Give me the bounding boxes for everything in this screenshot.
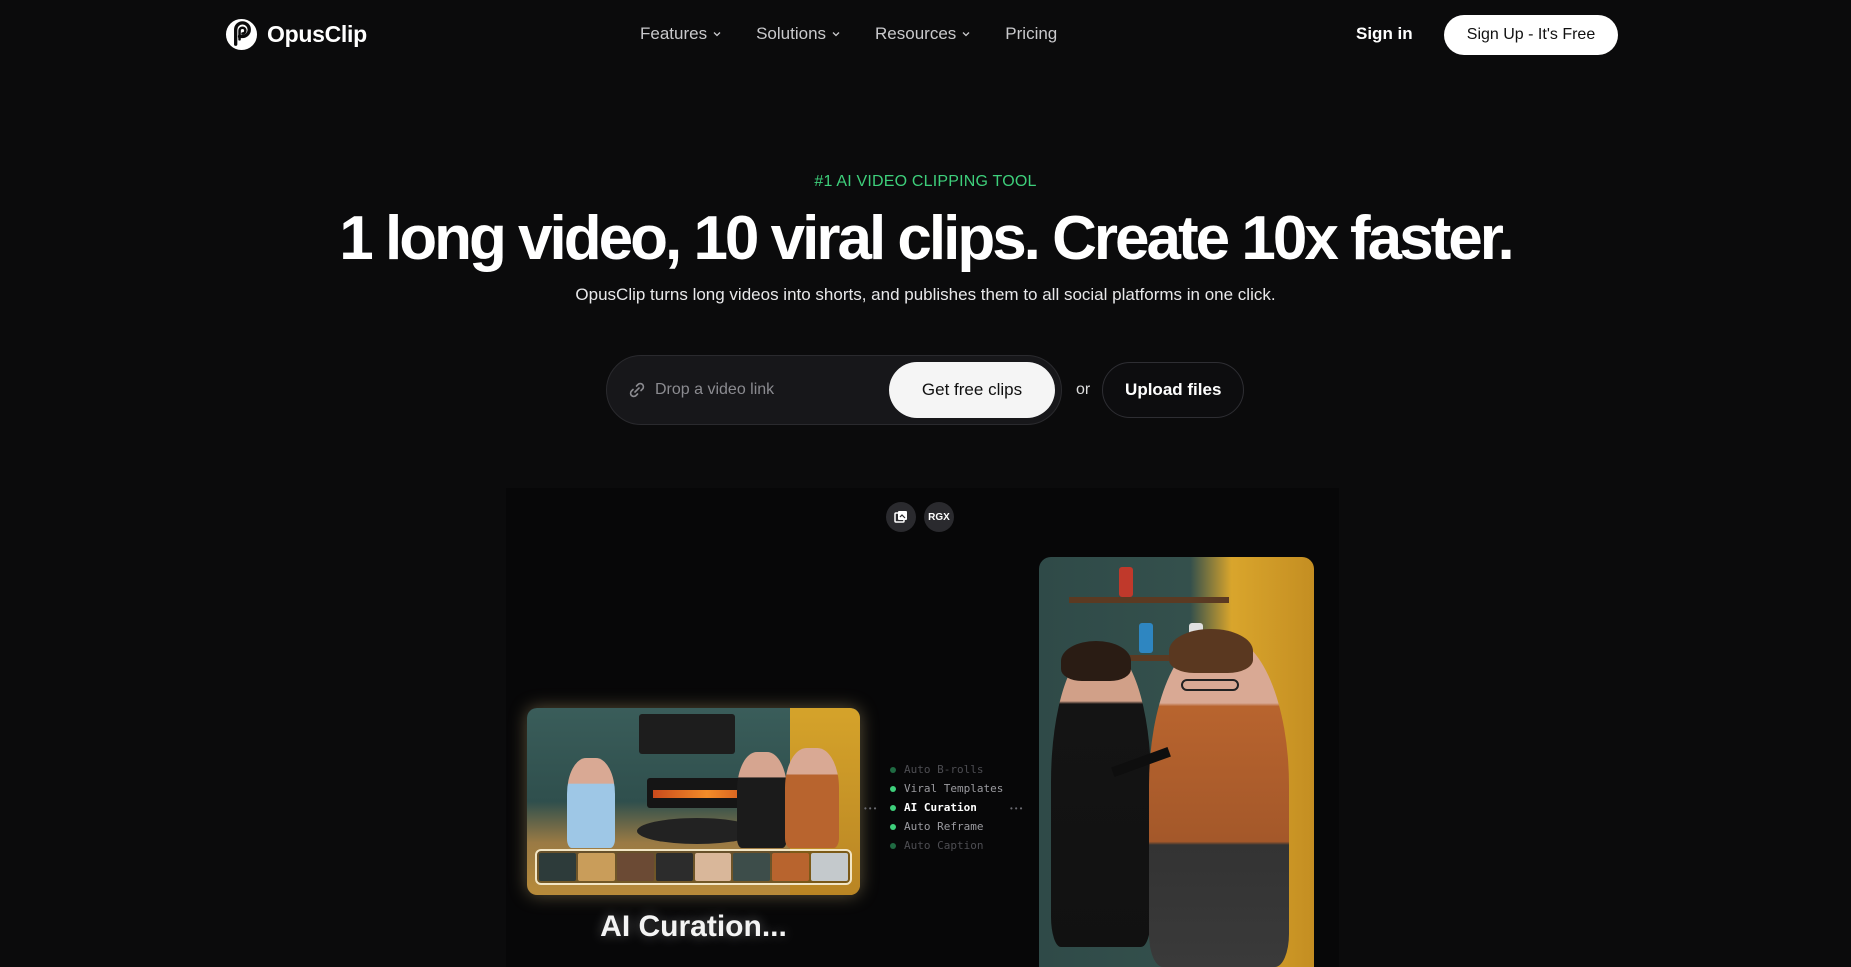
step-item: Auto Reframe (890, 817, 1003, 836)
or-label: or (1076, 381, 1091, 398)
nav-item-label: Features (640, 24, 708, 43)
connector-dots: ••• (1010, 804, 1025, 813)
rgx-badge: RGX (924, 502, 954, 532)
video-link-input[interactable] (655, 381, 855, 399)
chevron-down-icon (713, 32, 721, 37)
chevron-down-icon (832, 32, 840, 37)
hero-subhead: OpusClip turns long videos into shorts, … (575, 285, 1276, 304)
main-nav: Features Solutions Resources Pricing (640, 24, 1057, 44)
logo[interactable]: OpusClip (225, 18, 367, 51)
nav-item-features[interactable]: Features (640, 24, 722, 44)
nav-item-label: Pricing (1005, 24, 1058, 43)
timeline-strip (535, 849, 852, 885)
hero-headline: 1 long video, 10 viral clips. Create 10x… (339, 204, 1514, 273)
nav-item-label: Solutions (756, 24, 827, 43)
nav-item-label: Resources (875, 24, 957, 43)
step-item: Auto Caption (890, 836, 1003, 855)
nav-item-solutions[interactable]: Solutions (756, 24, 841, 44)
signup-button[interactable]: Sign Up - It's Free (1444, 15, 1618, 55)
opusclip-logo-icon (225, 18, 258, 51)
connector-dots: ••• (864, 804, 879, 813)
get-free-clips-button[interactable]: Get free clips (889, 362, 1055, 418)
step-item: Auto B-rolls (890, 760, 1003, 779)
step-item-active: AI Curation (890, 798, 1003, 817)
hero-eyebrow: #1 AI VIDEO CLIPPING TOOL (814, 173, 1037, 190)
upload-files-button[interactable]: Upload files (1102, 362, 1245, 418)
link-icon (629, 382, 645, 398)
vertical-clip-preview (1039, 557, 1314, 967)
video-link-box: Get free clips (606, 355, 1062, 425)
logo-text: OpusClip (267, 21, 367, 47)
gallery-icon (886, 502, 916, 532)
signin-link[interactable]: Sign in (1356, 24, 1413, 44)
nav-item-resources[interactable]: Resources (875, 24, 971, 44)
cta-row: Get free clips or Upload files (606, 355, 1245, 425)
chevron-down-icon (962, 32, 970, 37)
demo-caption: AI Curation... (600, 910, 787, 943)
feature-steps: Auto B-rolls Viral Templates AI Curation… (890, 760, 1003, 855)
demo-video[interactable]: RGX AI Curation... ••• Auto B-rolls Vira… (506, 488, 1339, 967)
nav-item-pricing[interactable]: Pricing (1005, 24, 1057, 44)
site-header: OpusClip Features Solutions Resources Pr… (0, 0, 1851, 70)
step-item: Viral Templates (890, 779, 1003, 798)
source-video-thumbnail (527, 708, 860, 895)
